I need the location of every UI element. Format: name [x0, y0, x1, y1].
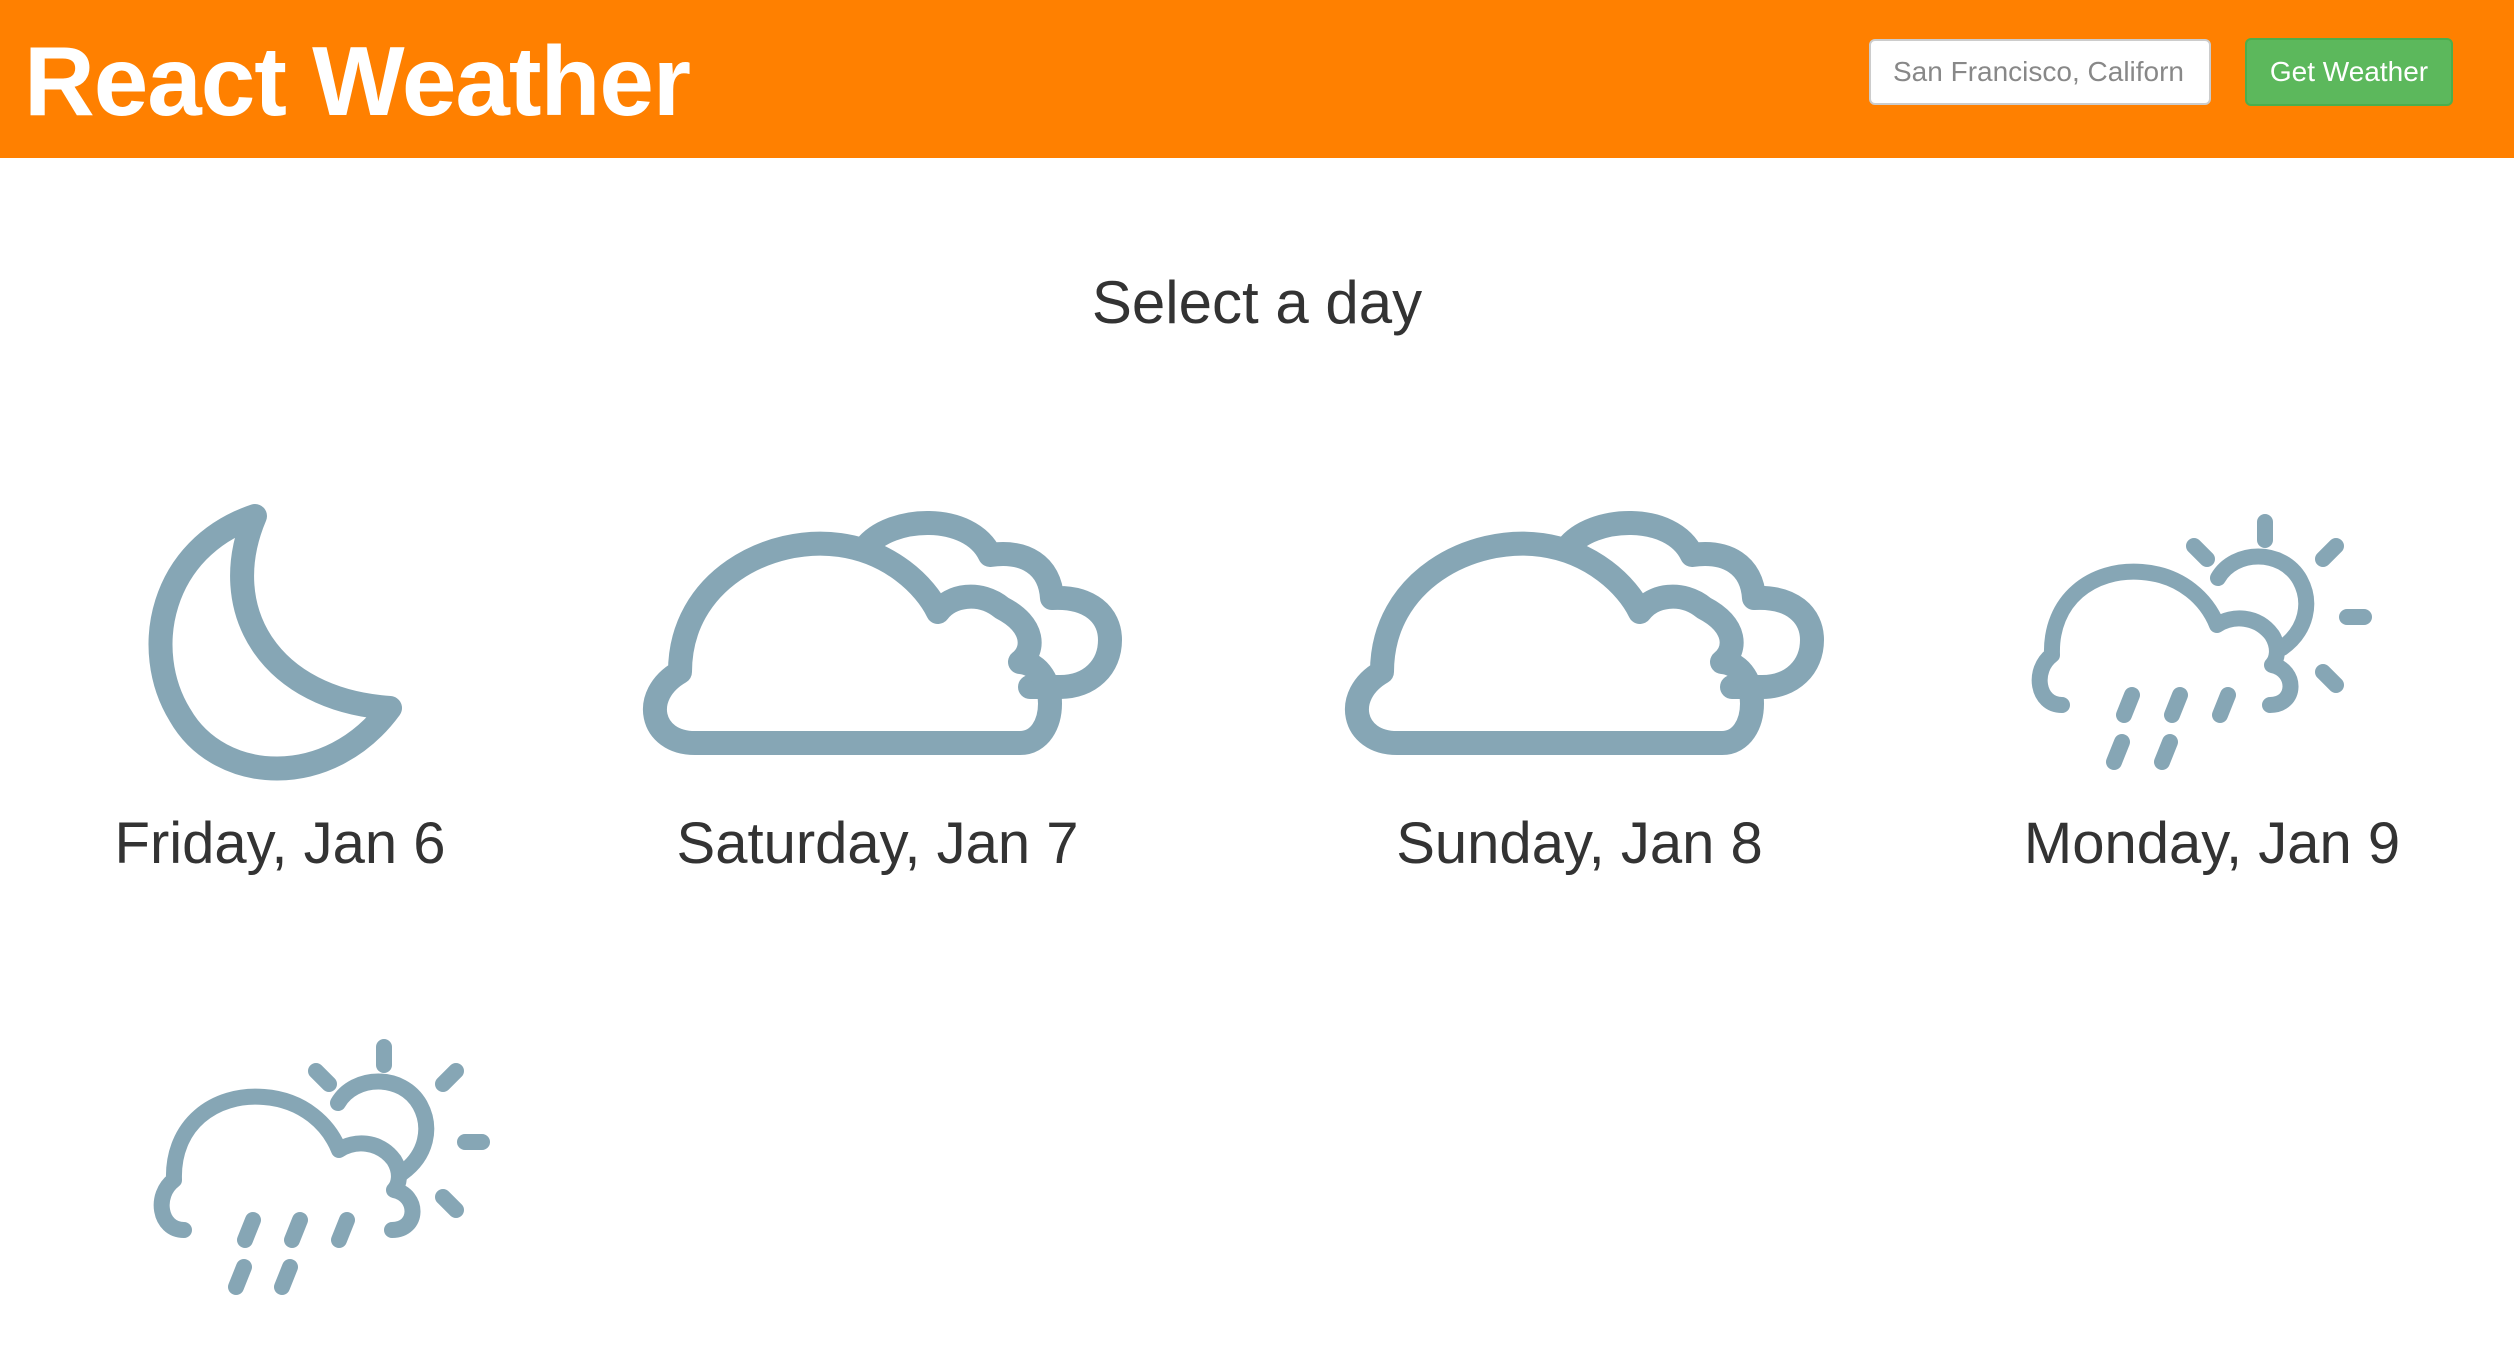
day-label: Sunday, Jan 8 [1396, 811, 1763, 876]
day-card-saturday[interactable]: Saturday, Jan 7 [620, 500, 1135, 890]
clouds-icon [643, 511, 1122, 755]
rain-sun-icon [153, 1039, 490, 1295]
day-card-sunday[interactable]: Sunday, Jan 8 [1322, 500, 1837, 890]
day-card-friday[interactable]: Friday, Jan 6 [100, 500, 460, 890]
day-label: Friday, Jan 6 [114, 811, 446, 876]
day-label: Saturday, Jan 7 [676, 811, 1079, 876]
day-card-monday[interactable]: Monday, Jan 9 [2012, 500, 2412, 890]
clouds-icon [1345, 511, 1824, 755]
app-title[interactable]: React Weather [24, 26, 691, 136]
day-card-tuesday[interactable] [140, 1025, 540, 1345]
moon-icon [148, 504, 402, 781]
day-label: Monday, Jan 9 [2023, 811, 2401, 876]
rain-sun-icon [2031, 514, 2372, 770]
city-search-input[interactable] [1869, 39, 2211, 105]
page-heading: Select a day [1091, 269, 1423, 336]
navbar: React Weather Get Weather [0, 0, 2514, 158]
get-weather-button[interactable]: Get Weather [2245, 38, 2453, 106]
